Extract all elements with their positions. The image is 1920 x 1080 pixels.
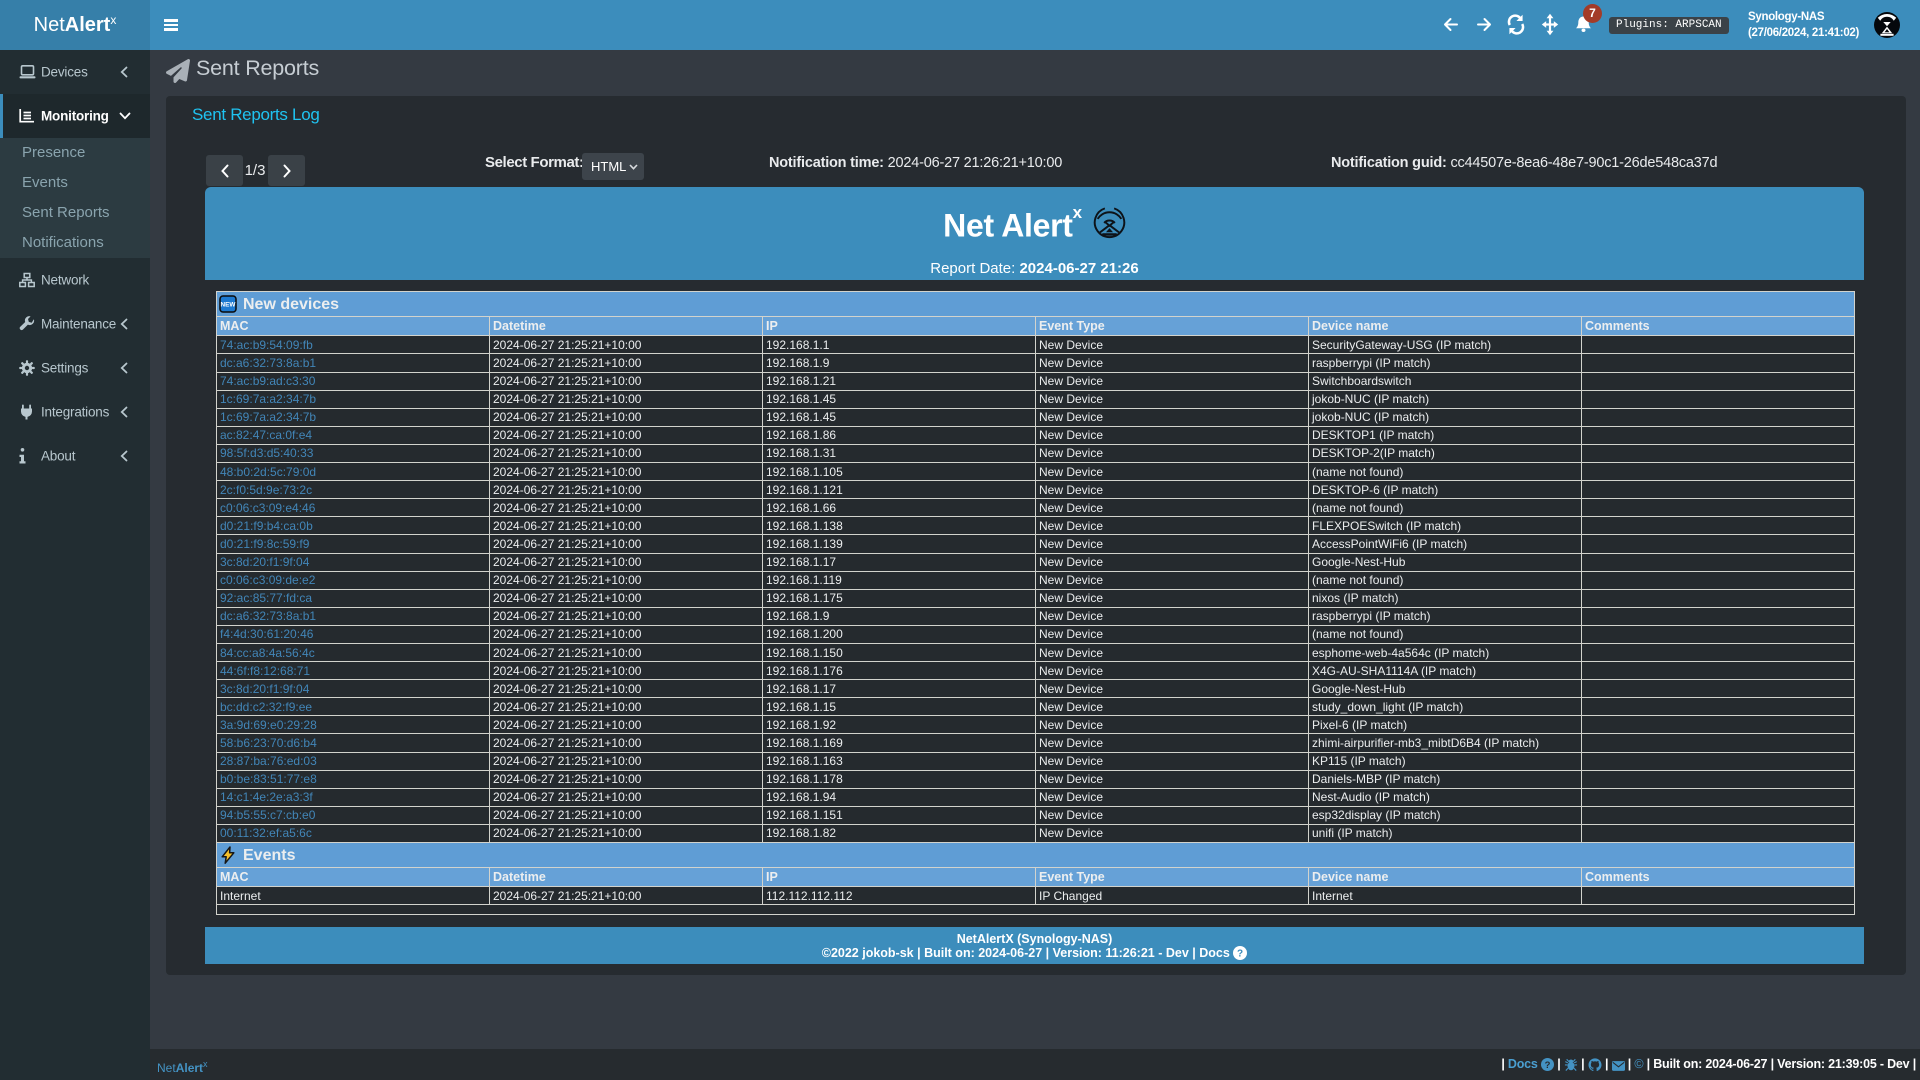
svg-text:?: ?: [1545, 1060, 1551, 1071]
svg-text:?: ?: [1237, 949, 1243, 960]
svg-text:NEW: NEW: [221, 301, 237, 308]
